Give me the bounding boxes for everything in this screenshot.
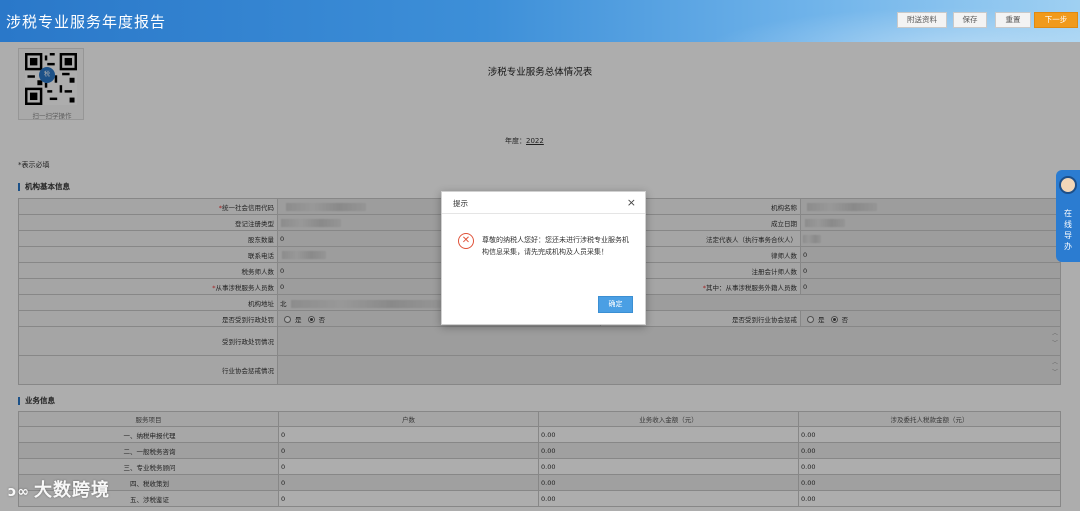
alert-dialog: 提示 × ✕ 尊敬的纳税人您好：您还未进行涉税专业服务机构信息采集，请先完成机构… (441, 191, 646, 325)
assistant-avatar-icon (1059, 176, 1077, 194)
dialog-header: 提示 × (442, 192, 645, 214)
reset-button[interactable]: 重置 (995, 12, 1031, 28)
close-icon[interactable]: × (627, 196, 636, 209)
save-button[interactable]: 保存 (953, 12, 987, 28)
app-title: 涉税专业服务年度报告 (6, 13, 167, 31)
next-step-button[interactable]: 下一步 (1034, 12, 1078, 28)
online-guide-label: 在线导办 (1064, 209, 1072, 251)
error-icon: ✕ (458, 233, 474, 249)
app-header: 涉税专业服务年度报告 附送资料 保存 重置 下一步 (0, 0, 1080, 42)
online-guide-tab[interactable]: 在线导办 (1056, 170, 1080, 262)
watermark-logo-icon: ↄ∞ (8, 484, 30, 500)
attach-materials-button[interactable]: 附送资料 (897, 12, 947, 28)
dialog-message: 尊敬的纳税人您好：您还未进行涉税专业服务机构信息采集，请先完成机构及人员采集！ (482, 236, 629, 256)
confirm-button[interactable]: 确定 (598, 296, 633, 313)
watermark: ↄ∞ 大数跨境 (8, 480, 110, 501)
dialog-title: 提示 (453, 199, 468, 208)
